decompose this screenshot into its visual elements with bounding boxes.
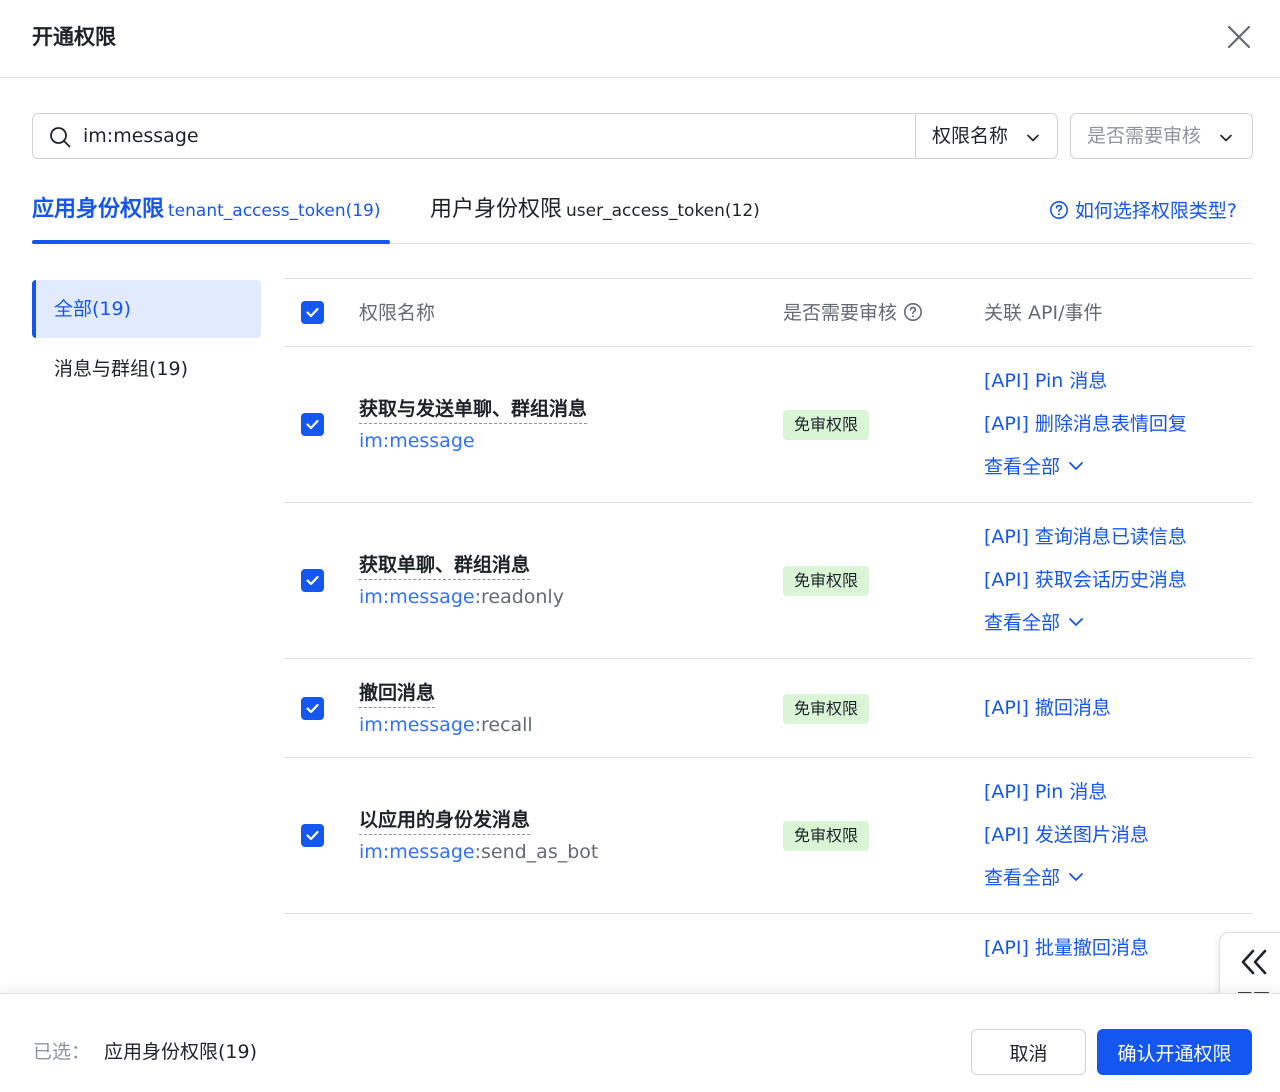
table-row: [API] 批量撤回消息 — [284, 914, 1253, 993]
column-header-review-label: 是否需要审核 — [783, 302, 898, 324]
column-header-review: 是否需要审核 — [783, 299, 923, 327]
modal-footer: 已选： 应用身份权限(19) 取消 确认开通权限 — [0, 993, 1280, 1092]
chevron-down-icon — [1068, 454, 1084, 470]
permission-code: im:message:recall — [359, 711, 533, 739]
permission-table: 权限名称 是否需要审核 关联 API/事件 获取与发送单聊、群组消息 im:me… — [284, 278, 1253, 993]
view-all-label: 查看全部 — [984, 612, 1061, 634]
modal-title: 开通权限 — [32, 25, 116, 49]
review-filter-select[interactable]: 是否需要审核 — [1070, 113, 1253, 159]
api-link[interactable]: [API] 获取会话历史消息 — [984, 566, 1187, 594]
question-circle-icon — [1049, 200, 1069, 220]
code-suffix: :recall — [474, 714, 533, 736]
api-link[interactable]: [API] Pin 消息 — [984, 778, 1107, 806]
close-icon[interactable] — [1222, 20, 1256, 54]
permission-code: im:message:send_as_bot — [359, 838, 598, 866]
chevron-down-icon — [1219, 130, 1233, 144]
code-suffix: :send_as_bot — [474, 841, 599, 863]
permission-name[interactable]: 撤回消息 — [359, 679, 436, 708]
select-all-checkbox[interactable] — [301, 301, 324, 324]
chevron-down-icon — [1026, 130, 1040, 144]
view-all-label: 查看全部 — [984, 456, 1061, 478]
tab-label: 应用身份权限 — [32, 197, 165, 222]
search-input[interactable] — [83, 122, 903, 150]
review-filter-placeholder: 是否需要审核 — [1087, 125, 1202, 147]
table-header: 权限名称 是否需要审核 关联 API/事件 — [284, 278, 1253, 347]
double-chevron-left-icon — [1238, 947, 1270, 977]
selected-label: 已选： — [33, 1041, 91, 1063]
column-header-name: 权限名称 — [359, 302, 436, 324]
status-badge: 免审权限 — [783, 694, 869, 724]
view-all-link[interactable]: 查看全部 — [984, 453, 1084, 481]
view-all-label: 查看全部 — [984, 867, 1061, 889]
code-prefix: im:message — [359, 714, 475, 736]
view-all-link[interactable]: 查看全部 — [984, 609, 1084, 637]
table-row: 撤回消息 im:message:recall 免审权限 [API] 撤回消息 — [284, 659, 1253, 758]
help-link[interactable]: 如何选择权限类型? — [1049, 198, 1237, 224]
chevron-down-icon — [1068, 865, 1084, 881]
question-circle-icon[interactable] — [903, 302, 923, 322]
tab-label: 用户身份权限 — [430, 197, 563, 222]
api-link[interactable]: [API] 查询消息已读信息 — [984, 523, 1187, 551]
status-badge: 免审权限 — [783, 821, 869, 851]
search-icon — [49, 126, 71, 148]
permission-type-tabs: 应用身份权限 tenant_access_token(19) 用户身份权限 user… — [32, 180, 1253, 244]
permission-name[interactable]: 获取单聊、群组消息 — [359, 551, 531, 580]
permission-name[interactable]: 以应用的身份发消息 — [359, 806, 531, 835]
modal-header: 开通权限 — [0, 0, 1280, 78]
tab-tenant-permissions[interactable]: 应用身份权限 tenant_access_token(19) — [32, 194, 381, 227]
code-prefix: im:message — [359, 586, 475, 608]
permission-name[interactable]: 获取与发送单聊、群组消息 — [359, 395, 588, 424]
search-box: 权限名称 — [32, 113, 1058, 159]
tab-user-permissions[interactable]: 用户身份权限 user_access_token(12) — [430, 194, 760, 227]
code-suffix: :readonly — [474, 586, 564, 608]
sidebar-item-all[interactable]: 全部(19) — [32, 280, 261, 338]
column-header-api: 关联 API/事件 — [984, 302, 1103, 324]
api-link[interactable]: [API] 撤回消息 — [984, 694, 1111, 722]
table-row: 获取与发送单聊、群组消息 im:message 免审权限 [API] Pin 消… — [284, 347, 1253, 503]
sidebar-item-messages-groups[interactable]: 消息与群组(19) — [32, 340, 261, 398]
code-prefix: im:message — [359, 430, 475, 452]
table-row: 获取单聊、群组消息 im:message:readonly 免审权限 [API]… — [284, 503, 1253, 659]
code-prefix: im:message — [359, 841, 475, 863]
status-badge: 免审权限 — [783, 410, 869, 440]
table-row: 以应用的身份发消息 im:message:send_as_bot 免审权限 [A… — [284, 758, 1253, 914]
cancel-button[interactable]: 取消 — [971, 1029, 1086, 1075]
api-link[interactable]: [API] 删除消息表情回复 — [984, 410, 1187, 438]
search-field-label: 权限名称 — [932, 125, 1009, 147]
permission-code: im:message — [359, 427, 475, 455]
row-checkbox[interactable] — [301, 569, 324, 592]
row-checkbox[interactable] — [301, 413, 324, 436]
active-tab-indicator — [32, 240, 390, 244]
row-checkbox[interactable] — [301, 697, 324, 720]
view-all-link[interactable]: 查看全部 — [984, 864, 1084, 892]
api-link[interactable]: [API] Pin 消息 — [984, 367, 1107, 395]
row-checkbox[interactable] — [301, 824, 324, 847]
tab-token: tenant_access_token(19) — [168, 201, 381, 221]
confirm-button[interactable]: 确认开通权限 — [1097, 1029, 1252, 1075]
help-link-label: 如何选择权限类型? — [1074, 200, 1237, 222]
tab-token: user_access_token(12) — [566, 201, 760, 221]
api-link[interactable]: [API] 发送图片消息 — [984, 821, 1149, 849]
api-link[interactable]: [API] 批量撤回消息 — [984, 934, 1149, 962]
permission-code: im:message:readonly — [359, 583, 564, 611]
search-field-select[interactable]: 权限名称 — [915, 114, 1057, 158]
selected-value: 应用身份权限(19) — [104, 1041, 258, 1063]
chevron-down-icon — [1068, 610, 1084, 626]
status-badge: 免审权限 — [783, 566, 869, 596]
